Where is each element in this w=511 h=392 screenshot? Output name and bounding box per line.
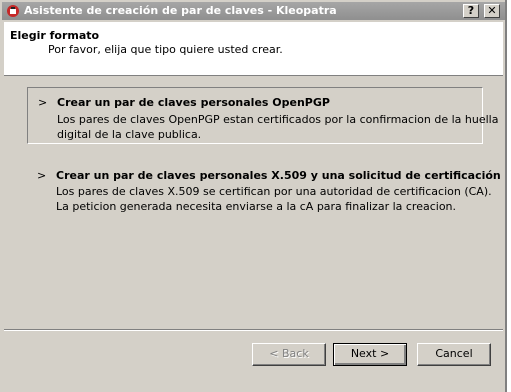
page-title: Elegir formato	[10, 29, 100, 42]
option-title: Crear un par de claves personales X.509 …	[56, 169, 501, 182]
window-edge	[507, 0, 511, 392]
next-button[interactable]: Next >	[333, 343, 407, 366]
option-openpgp[interactable]: > Crear un par de claves personales Open…	[27, 87, 498, 144]
chevron-right-icon: >	[37, 169, 47, 182]
title-bar: Asistente de creación de par de claves -…	[0, 0, 507, 20]
close-button[interactable]: ✕	[484, 4, 500, 18]
option-description-line2: La peticion generada necesita enviarse a…	[56, 200, 457, 213]
option-description-line1: Los pares de claves OpenPGP estan certif…	[57, 113, 499, 126]
cancel-button[interactable]: Cancel	[417, 343, 491, 366]
close-icon: ✕	[487, 4, 497, 17]
option-description-line1: Los pares de claves X.509 se certifican …	[56, 185, 492, 198]
kleopatra-app-icon	[6, 4, 20, 18]
wizard-header: Elegir formato Por favor, elija que tipo…	[4, 22, 503, 76]
window-title: Asistente de creación de par de claves -…	[24, 4, 337, 17]
chevron-right-icon: >	[38, 96, 48, 109]
wizard-body: > Crear un par de claves personales Open…	[4, 76, 503, 329]
option-title: Crear un par de claves personales OpenPG…	[57, 96, 330, 109]
option-x509[interactable]: > Crear un par de claves personales X.50…	[27, 165, 501, 215]
option-description-line2: digital de la clave publica.	[57, 128, 202, 141]
help-button[interactable]: ?	[463, 4, 479, 18]
page-subtitle: Por favor, elija que tipo quiere usted c…	[48, 43, 283, 56]
button-separator	[4, 329, 503, 331]
back-button[interactable]: < Back	[252, 343, 326, 366]
